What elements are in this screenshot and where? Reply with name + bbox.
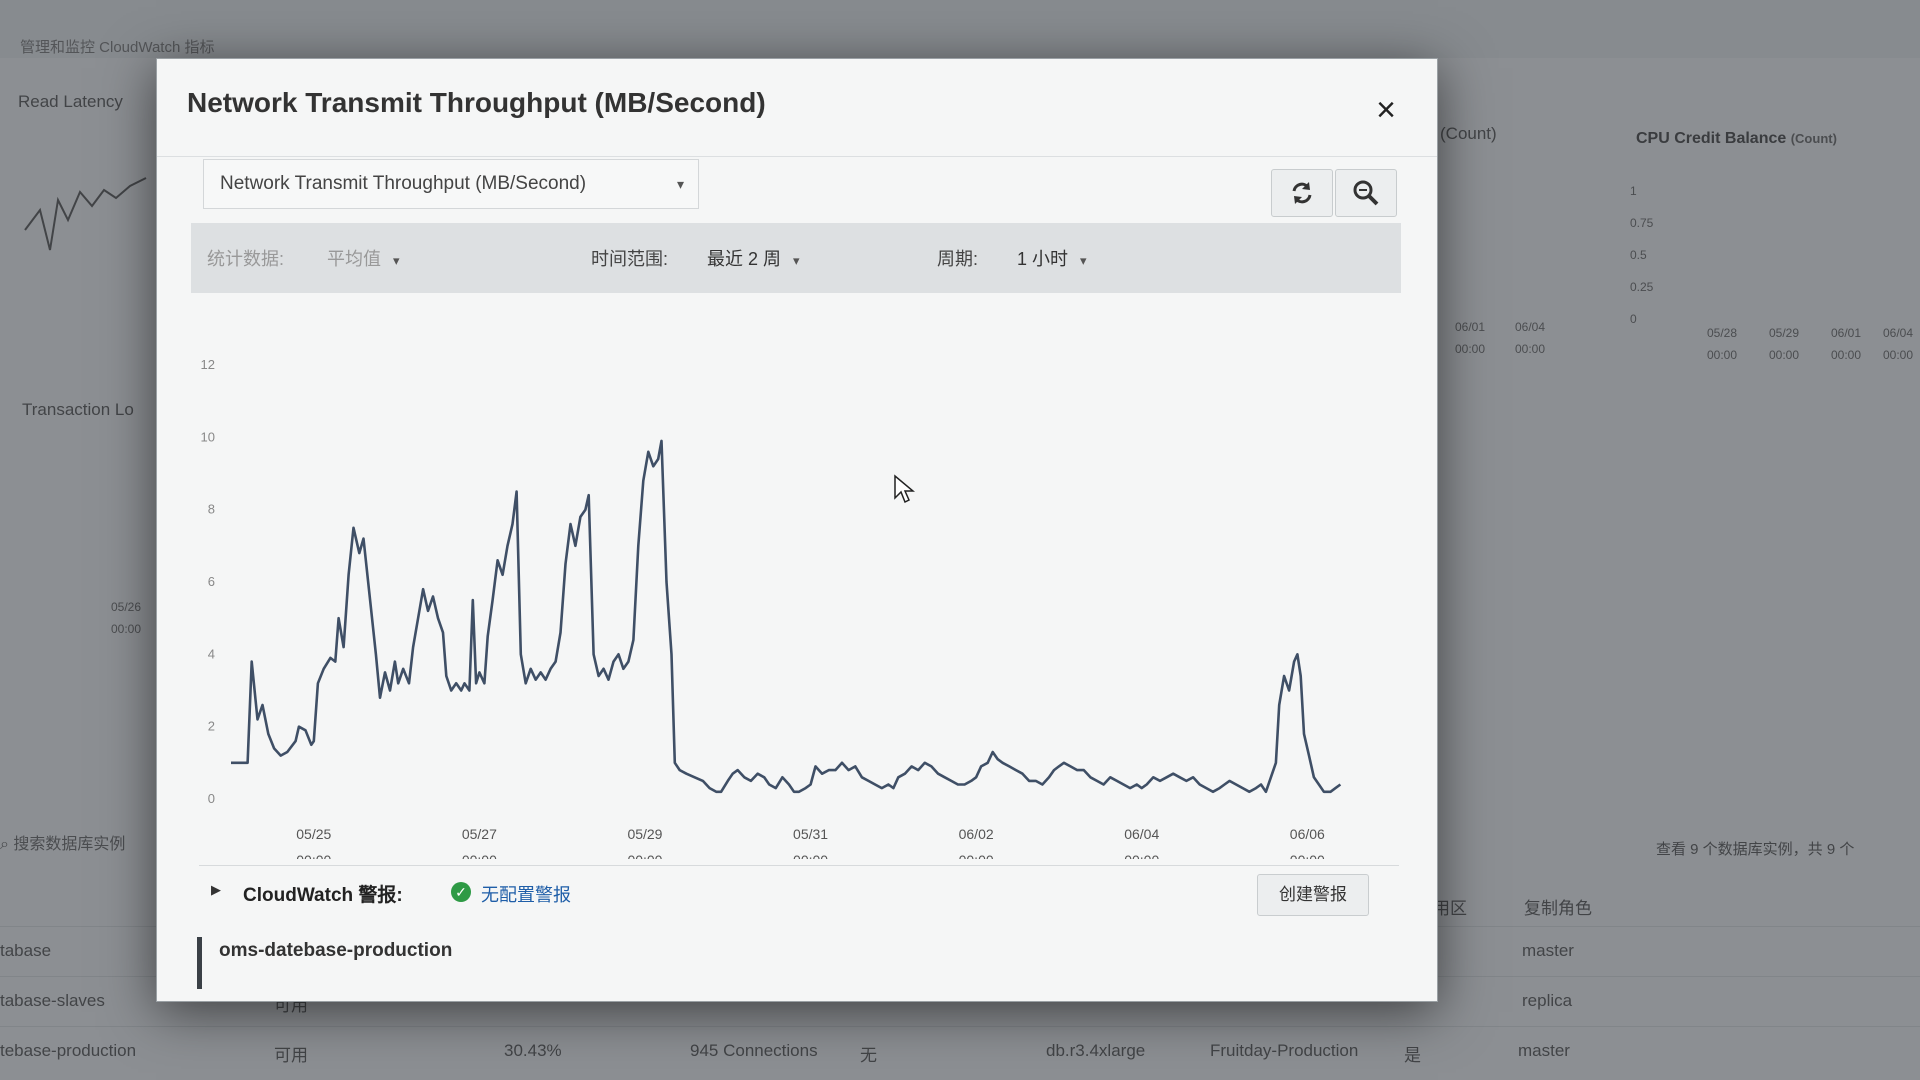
throughput-series-line bbox=[231, 439, 1342, 794]
x-tick-date: 06/02 bbox=[959, 826, 994, 842]
alarm-bar: ▶ CloudWatch 警报: ✓ 无配置警报 创建警报 bbox=[199, 865, 1399, 919]
x-tick-time: 00:00 bbox=[1290, 852, 1325, 859]
x-tick-time: 00:00 bbox=[793, 852, 828, 859]
zoom-button[interactable] bbox=[1335, 169, 1397, 217]
x-tick-time: 00:00 bbox=[296, 852, 331, 859]
x-tick-date: 05/27 bbox=[462, 826, 497, 842]
period-label: 周期: bbox=[937, 249, 979, 269]
y-tick-label: 4 bbox=[208, 646, 215, 661]
filter-bar: 统计数据: 平均值 ▾ 时间范围: 最近 2 周 ▾ 周期: 1 小时 ▾ bbox=[191, 223, 1401, 293]
y-tick-label: 6 bbox=[208, 574, 215, 589]
range-label: 时间范围: bbox=[591, 249, 669, 269]
x-tick-date: 06/04 bbox=[1124, 826, 1159, 842]
x-tick-date: 05/29 bbox=[627, 826, 662, 842]
mouse-cursor-icon bbox=[894, 474, 915, 504]
throughput-chart[interactable]: 0 2 4 6 8 10 12 05/25 00:00 05/27 00:00 05/29 00:00 0… bbox=[157, 299, 1439, 859]
triangle-right-icon[interactable]: ▶ bbox=[211, 882, 221, 898]
x-tick-date: 06/06 bbox=[1290, 826, 1325, 842]
x-tick-date: 05/31 bbox=[793, 826, 828, 842]
x-tick-time: 00:00 bbox=[627, 852, 662, 859]
stat-label: 统计数据: bbox=[207, 249, 285, 269]
x-tick-time: 00:00 bbox=[959, 852, 994, 859]
range-select[interactable]: 最近 2 周 ▾ bbox=[707, 245, 800, 271]
alarm-label: CloudWatch 警报: bbox=[243, 885, 403, 906]
y-tick-label: 8 bbox=[208, 502, 215, 517]
instance-marker bbox=[197, 937, 202, 989]
check-circle-icon: ✓ bbox=[451, 882, 471, 902]
y-tick-label: 12 bbox=[201, 357, 215, 372]
y-tick-label: 10 bbox=[201, 429, 215, 444]
refresh-button[interactable] bbox=[1271, 169, 1333, 217]
zoom-icon bbox=[1353, 180, 1379, 206]
close-icon[interactable]: × bbox=[1369, 93, 1403, 127]
x-tick-time: 00:00 bbox=[1124, 852, 1159, 859]
stat-select[interactable]: 平均值 ▾ bbox=[327, 245, 400, 271]
x-tick-time: 00:00 bbox=[462, 852, 497, 859]
y-tick-label: 0 bbox=[208, 791, 215, 806]
x-tick-date: 05/25 bbox=[296, 826, 331, 842]
y-tick-label: 2 bbox=[208, 719, 215, 734]
metric-modal: Network Transmit Throughput (MB/Second) … bbox=[156, 58, 1438, 1002]
period-select[interactable]: 1 小时 ▾ bbox=[1017, 245, 1087, 271]
instance-name: oms-datebase-production bbox=[219, 940, 453, 961]
metric-select[interactable]: Network Transmit Throughput (MB/Second) … bbox=[203, 159, 699, 209]
chevron-down-icon: ▾ bbox=[676, 176, 684, 192]
alarm-status-link[interactable]: 无配置警报 bbox=[481, 881, 571, 907]
modal-title: Network Transmit Throughput (MB/Second) bbox=[187, 87, 766, 118]
create-alarm-button[interactable]: 创建警报 bbox=[1257, 874, 1369, 916]
refresh-icon bbox=[1292, 182, 1312, 204]
modal-header: Network Transmit Throughput (MB/Second) … bbox=[157, 59, 1437, 157]
